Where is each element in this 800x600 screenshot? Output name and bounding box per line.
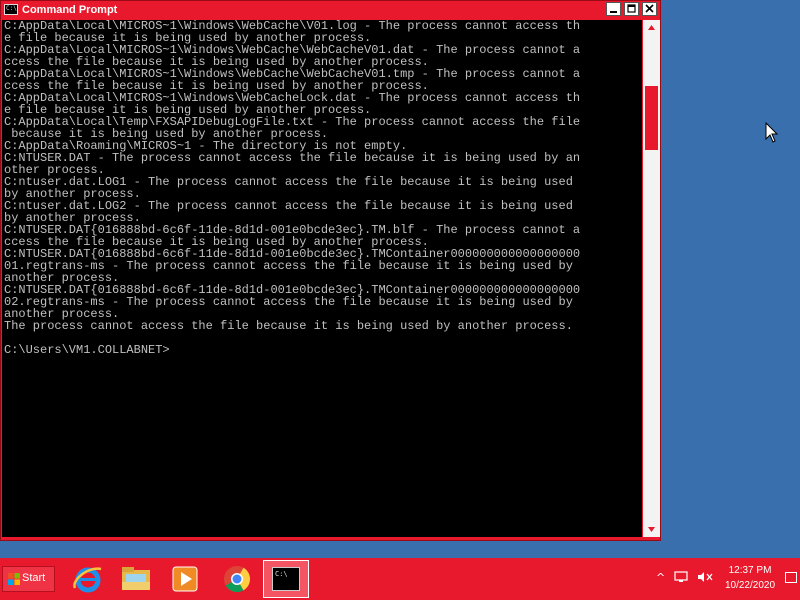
chrome-icon[interactable] bbox=[218, 560, 256, 598]
volume-muted-icon[interactable] bbox=[697, 571, 713, 583]
console-output[interactable]: C:AppData\Local\MICROS~1\Windows\WebCach… bbox=[2, 20, 642, 537]
start-label: Start bbox=[22, 572, 46, 584]
command-prompt-window[interactable]: C:\ Command Prompt C:AppData\Local\MICRO… bbox=[0, 0, 661, 541]
maximize-button[interactable] bbox=[624, 2, 639, 16]
taskbar: Start C:\ ^ 12:37 PM 10/22/2020 bbox=[0, 558, 800, 600]
media-player-icon[interactable] bbox=[166, 560, 204, 598]
clock-time[interactable]: 12:37 PM bbox=[728, 565, 772, 576]
windows-logo-icon bbox=[8, 573, 20, 585]
window-title: Command Prompt bbox=[22, 4, 118, 16]
start-button[interactable]: Start bbox=[2, 566, 55, 592]
clock-date[interactable]: 10/22/2020 bbox=[722, 580, 778, 591]
action-center-icon[interactable] bbox=[785, 572, 797, 583]
close-icon bbox=[645, 4, 654, 13]
scroll-up-button[interactable] bbox=[644, 20, 659, 35]
internet-explorer-icon[interactable] bbox=[69, 560, 107, 598]
network-icon[interactable] bbox=[674, 571, 688, 583]
minimize-button[interactable] bbox=[606, 2, 621, 16]
maximize-icon bbox=[627, 4, 636, 13]
minimize-icon bbox=[610, 11, 617, 13]
mouse-pointer-icon bbox=[765, 122, 779, 143]
command-prompt-icon: C:\ bbox=[4, 4, 18, 15]
vertical-scrollbar[interactable] bbox=[643, 20, 660, 537]
triangle-down-icon bbox=[648, 527, 655, 532]
taskbar-command-prompt-button[interactable]: C:\ bbox=[263, 560, 309, 598]
console-line: C:\Users\VM1.COLLABNET> bbox=[4, 343, 170, 357]
close-button[interactable] bbox=[642, 2, 657, 16]
scroll-down-button[interactable] bbox=[644, 522, 659, 537]
title-bar[interactable]: C:\ Command Prompt bbox=[1, 1, 660, 19]
console-line: The process cannot access the file becau… bbox=[4, 319, 573, 333]
show-hidden-icons-chevron-icon[interactable]: ^ bbox=[656, 571, 665, 584]
file-explorer-icon[interactable] bbox=[117, 560, 155, 598]
console-text: C:AppData\Local\MICROS~1\Windows\WebCach… bbox=[2, 20, 642, 356]
system-tray: ^ 12:37 PM 10/22/2020 bbox=[650, 558, 800, 600]
scroll-thumb[interactable] bbox=[645, 86, 658, 150]
desktop[interactable]: C:\ Command Prompt C:AppData\Local\MICRO… bbox=[0, 0, 800, 600]
command-prompt-icon: C:\ bbox=[272, 567, 300, 591]
triangle-up-icon bbox=[648, 25, 655, 30]
